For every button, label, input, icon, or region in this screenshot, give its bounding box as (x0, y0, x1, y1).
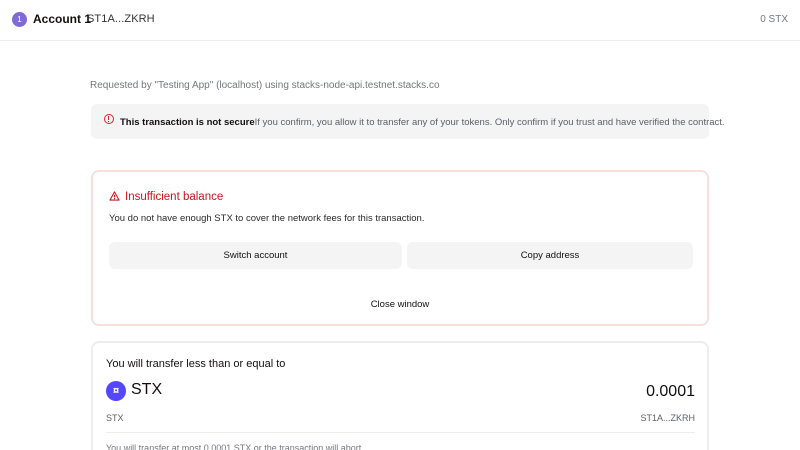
transfer-title: You will transfer less than or equal to (106, 358, 286, 370)
security-warning-title: This transaction is not secure (120, 117, 255, 128)
transfer-summary-card: You will transfer less than or equal to … (91, 341, 709, 450)
top-bar: 1 Account 1 ST1A...ZKRH 0 STX (0, 0, 800, 41)
error-description: You do not have enough STX to cover the … (109, 213, 425, 224)
token-symbol: STX (131, 381, 163, 398)
account-avatar[interactable]: 1 (12, 12, 27, 27)
account-address[interactable]: ST1A...ZKRH (87, 12, 155, 27)
requested-by-text: Requested by "Testing App" (localhost) u… (90, 80, 440, 91)
token-address[interactable]: ST1A...ZKRH (640, 412, 695, 424)
alert-circle-icon (104, 114, 114, 124)
stx-token-icon: ¤ (106, 381, 126, 401)
security-warning-text: This transaction is not secureIf you con… (120, 117, 725, 129)
transfer-amount: 0.0001 (646, 383, 695, 400)
error-title: Insufficient balance (125, 191, 224, 203)
account-balance: 0 STX (760, 14, 788, 25)
warning-triangle-icon (109, 191, 120, 201)
account-name[interactable]: Account 1 (33, 12, 91, 27)
security-warning-banner: This transaction is not secureIf you con… (91, 104, 725, 139)
transfer-note: You will transfer at most 0.0001 STX or … (106, 443, 364, 450)
close-window-button[interactable]: Close window (93, 299, 707, 311)
insufficient-balance-card: Insufficient balance You do not have eno… (91, 170, 709, 326)
switch-account-button[interactable]: Switch account (109, 242, 402, 269)
token-name: STX (106, 413, 124, 423)
security-warning-message: If you confirm, you allow it to transfer… (254, 117, 725, 128)
copy-address-button[interactable]: Copy address (407, 242, 693, 269)
divider (106, 432, 695, 433)
